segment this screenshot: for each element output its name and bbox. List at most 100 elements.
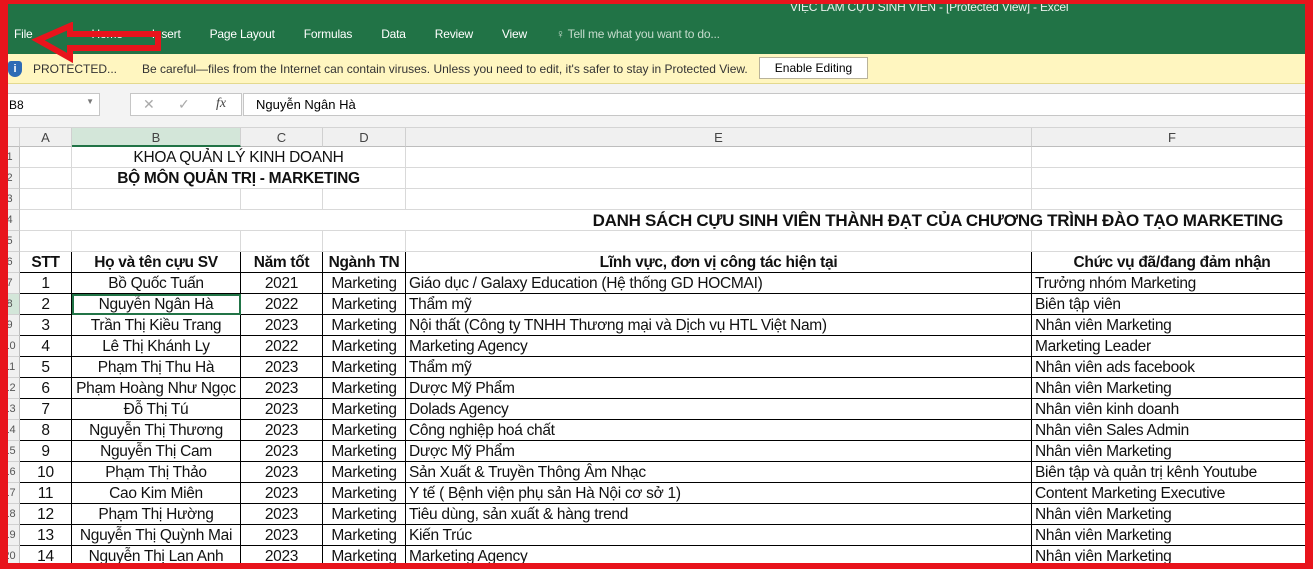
cell[interactable] bbox=[406, 147, 1032, 168]
enable-editing-button[interactable]: Enable Editing bbox=[759, 57, 868, 79]
name-cell[interactable]: Đỗ Thị Tú bbox=[72, 399, 241, 420]
workplace-cell[interactable]: Dược Mỹ Phẩm bbox=[406, 441, 1032, 462]
workplace-cell[interactable]: Y tế ( Bệnh viện phụ sản Hà Nội cơ sở 1) bbox=[406, 483, 1032, 504]
column-header[interactable]: A bbox=[20, 128, 72, 147]
position-cell[interactable]: Trưởng nhóm Marketing bbox=[1032, 273, 1313, 294]
major-cell[interactable]: Marketing bbox=[323, 294, 406, 315]
row-header[interactable]: 17 bbox=[0, 483, 20, 504]
department-name[interactable]: BỘ MÔN QUẢN TRỊ - MARKETING bbox=[72, 168, 406, 189]
cell[interactable] bbox=[1032, 168, 1313, 189]
tab-review[interactable]: Review bbox=[435, 27, 473, 41]
workplace-cell[interactable]: Marketing Agency bbox=[406, 336, 1032, 357]
stt-cell[interactable]: 2 bbox=[20, 294, 72, 315]
row-header[interactable]: 6 bbox=[0, 252, 20, 273]
name-cell[interactable]: Cao Kim Miên bbox=[72, 483, 241, 504]
select-all[interactable] bbox=[0, 128, 20, 147]
stt-cell[interactable]: 7 bbox=[20, 399, 72, 420]
name-cell[interactable]: Nguyễn Thị Cam bbox=[72, 441, 241, 462]
row-header[interactable]: 20 bbox=[0, 546, 20, 567]
position-cell[interactable]: Biên tập viên bbox=[1032, 294, 1313, 315]
name-cell[interactable]: Lê Thị Khánh Ly bbox=[72, 336, 241, 357]
position-cell[interactable]: Marketing Leader bbox=[1032, 336, 1313, 357]
stt-cell[interactable]: 10 bbox=[20, 462, 72, 483]
row-header[interactable]: 2 bbox=[0, 168, 20, 189]
position-cell[interactable]: Nhân viên ads facebook bbox=[1032, 357, 1313, 378]
cell[interactable] bbox=[20, 168, 72, 189]
stt-cell[interactable]: 4 bbox=[20, 336, 72, 357]
position-cell[interactable]: Nhân viên Sales Admin bbox=[1032, 420, 1313, 441]
name-cell[interactable]: Nguyễn Thị Lan Anh bbox=[72, 546, 241, 567]
major-cell[interactable]: Marketing bbox=[323, 504, 406, 525]
year-cell[interactable]: 2023 bbox=[241, 483, 323, 504]
faculty-name[interactable]: KHOA QUẢN LÝ KINH DOANH bbox=[72, 147, 406, 168]
year-cell[interactable]: 2023 bbox=[241, 525, 323, 546]
major-cell[interactable]: Marketing bbox=[323, 462, 406, 483]
cell[interactable] bbox=[323, 231, 406, 252]
year-cell[interactable]: 2021 bbox=[241, 273, 323, 294]
major-cell[interactable]: Marketing bbox=[323, 273, 406, 294]
name-cell[interactable]: Phạm Thị Hường bbox=[72, 504, 241, 525]
cell[interactable] bbox=[323, 189, 406, 210]
major-cell[interactable]: Marketing bbox=[323, 525, 406, 546]
cell[interactable] bbox=[241, 231, 323, 252]
year-cell[interactable]: 2023 bbox=[241, 462, 323, 483]
sheet-title[interactable]: DANH SÁCH CỰU SINH VIÊN THÀNH ĐẠT CỦA CH… bbox=[20, 210, 1313, 231]
stt-cell[interactable]: 12 bbox=[20, 504, 72, 525]
cell[interactable] bbox=[1032, 189, 1313, 210]
workplace-cell[interactable]: Công nghiệp hoá chất bbox=[406, 420, 1032, 441]
stt-cell[interactable]: 6 bbox=[20, 378, 72, 399]
insert-function-icon[interactable]: fx bbox=[216, 96, 226, 112]
row-header[interactable]: 15 bbox=[0, 441, 20, 462]
major-cell[interactable]: Marketing bbox=[323, 399, 406, 420]
major-cell[interactable]: Marketing bbox=[323, 483, 406, 504]
row-header[interactable]: 14 bbox=[0, 420, 20, 441]
workplace-cell[interactable]: Sản Xuất & Truyền Thông Âm Nhạc bbox=[406, 462, 1032, 483]
row-header[interactable]: 10 bbox=[0, 336, 20, 357]
workplace-cell[interactable]: Marketing Agency bbox=[406, 546, 1032, 567]
row-header[interactable]: 16 bbox=[0, 462, 20, 483]
row-header[interactable]: 19 bbox=[0, 525, 20, 546]
workplace-cell[interactable]: Dược Mỹ Phẩm bbox=[406, 378, 1032, 399]
name-cell[interactable]: Nguyễn Thị Quỳnh Mai bbox=[72, 525, 241, 546]
name-cell[interactable]: Nguyễn Ngân Hà bbox=[72, 294, 241, 315]
stt-cell[interactable]: 14 bbox=[20, 546, 72, 567]
position-cell[interactable]: Nhân viên Marketing bbox=[1032, 546, 1313, 567]
cell[interactable] bbox=[20, 147, 72, 168]
year-cell[interactable]: 2023 bbox=[241, 378, 323, 399]
cell[interactable] bbox=[241, 189, 323, 210]
year-cell[interactable]: 2022 bbox=[241, 294, 323, 315]
tell-me-search[interactable]: ♀︎ Tell me what you want to do... bbox=[556, 27, 720, 41]
column-title[interactable]: Chức vụ đã/đang đảm nhận bbox=[1032, 252, 1313, 273]
year-cell[interactable]: 2023 bbox=[241, 315, 323, 336]
tab-formulas[interactable]: Formulas bbox=[304, 27, 353, 41]
row-header[interactable]: 8 bbox=[0, 294, 20, 315]
position-cell[interactable]: Nhân viên kinh doanh bbox=[1032, 399, 1313, 420]
cell[interactable] bbox=[1032, 147, 1313, 168]
year-cell[interactable]: 2023 bbox=[241, 441, 323, 462]
major-cell[interactable]: Marketing bbox=[323, 378, 406, 399]
year-cell[interactable]: 2023 bbox=[241, 357, 323, 378]
cancel-icon[interactable]: ✕ bbox=[143, 96, 155, 113]
position-cell[interactable]: Nhân viên Marketing bbox=[1032, 504, 1313, 525]
workplace-cell[interactable]: Nội thất (Công ty TNHH Thương mại và Dịc… bbox=[406, 315, 1032, 336]
cell[interactable] bbox=[406, 189, 1032, 210]
name-cell[interactable]: Phạm Hoàng Như Ngọc bbox=[72, 378, 241, 399]
year-cell[interactable]: 2023 bbox=[241, 420, 323, 441]
row-header[interactable]: 18 bbox=[0, 504, 20, 525]
column-title[interactable]: Họ và tên cựu SV bbox=[72, 252, 241, 273]
column-header[interactable]: D bbox=[323, 128, 406, 147]
workplace-cell[interactable]: Giáo dục / Galaxy Education (Hệ thống GD… bbox=[406, 273, 1032, 294]
major-cell[interactable]: Marketing bbox=[323, 336, 406, 357]
row-header[interactable]: 9 bbox=[0, 315, 20, 336]
column-title[interactable]: Năm tốt bbox=[241, 252, 323, 273]
tab-page-layout[interactable]: Page Layout bbox=[210, 27, 275, 41]
stt-cell[interactable]: 1 bbox=[20, 273, 72, 294]
column-title[interactable]: Lĩnh vực, đơn vị công tác hiện tại bbox=[406, 252, 1032, 273]
name-cell[interactable]: Phạm Thị Thảo bbox=[72, 462, 241, 483]
major-cell[interactable]: Marketing bbox=[323, 546, 406, 567]
row-header[interactable]: 7 bbox=[0, 273, 20, 294]
row-header[interactable]: 11 bbox=[0, 357, 20, 378]
confirm-icon[interactable]: ✓ bbox=[178, 96, 190, 113]
position-cell[interactable]: Content Marketing Executive bbox=[1032, 483, 1313, 504]
column-header[interactable]: B bbox=[72, 128, 241, 147]
